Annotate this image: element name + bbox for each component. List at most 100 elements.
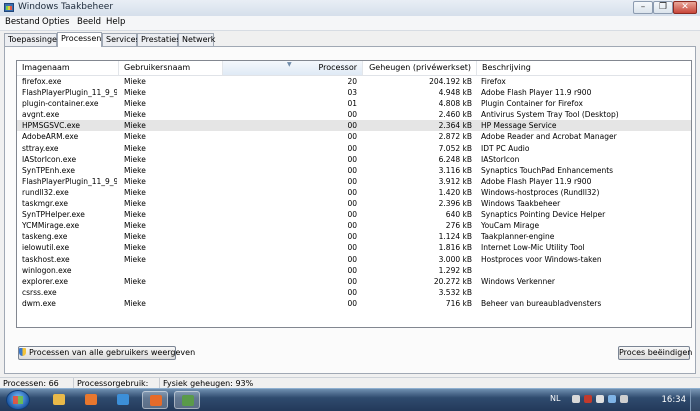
table-row[interactable]: csrss.exe 00 3.532 kB — [17, 287, 691, 298]
process-user-name: Mieke — [124, 165, 146, 175]
process-cpu: 00 — [347, 298, 357, 308]
process-cpu: 00 — [347, 199, 357, 209]
tab-services[interactable]: Services — [102, 33, 140, 46]
tray-arrow-icon[interactable] — [572, 395, 580, 403]
column-header-processor[interactable]: Processor — [223, 61, 363, 75]
process-description: Internet Low-Mic Utility Tool — [481, 243, 585, 253]
process-image-name: SynTPHelper.exe — [22, 210, 85, 220]
process-user-name: Mieke — [124, 143, 146, 153]
column-header-memory[interactable]: Geheugen (privéwerkset) — [363, 61, 477, 75]
process-cpu: 00 — [347, 110, 357, 120]
column-header-description[interactable]: Beschrijving — [477, 61, 691, 75]
menu-help[interactable]: Help — [106, 17, 125, 27]
process-memory: 3.912 kB — [438, 176, 472, 186]
table-row[interactable]: sttray.exe Mieke 00 7.052 kB IDT PC Audio — [17, 143, 691, 154]
media-player-icon — [85, 394, 97, 405]
table-row[interactable]: rundll32.exe Mieke 00 1.420 kB Windows-hostp… — [17, 187, 691, 198]
table-row[interactable]: ielowutil.exe Mieke 00 1.816 kB Internet Low… — [17, 242, 691, 253]
tab-toepassingen[interactable]: Toepassingen — [4, 33, 62, 46]
process-user-name: Mieke — [124, 232, 146, 242]
process-memory: 2.364 kB — [438, 121, 472, 131]
process-cpu: 00 — [347, 232, 357, 242]
process-description: Hostproces voor Windows-taken — [481, 254, 602, 264]
end-process-button[interactable]: Proces beëindigen — [618, 346, 692, 360]
taskbar-app-button[interactable] — [78, 391, 104, 409]
table-row[interactable]: HPMSGSVC.exe Mieke 00 2.364 kB HP Message Se… — [17, 120, 691, 132]
taskbar-app-button[interactable] — [46, 391, 72, 409]
table-row[interactable]: IAStorIcon.exe Mieke 00 6.248 kB IAStorIcon — [17, 154, 691, 165]
taskbar: NL 16:34 — [0, 388, 700, 411]
table-row[interactable]: SynTPHelper.exe Mieke 00 640 kB Synaptics Po… — [17, 209, 691, 220]
process-description: Adobe Reader and Acrobat Manager — [481, 132, 617, 142]
process-memory: 3.000 kB — [438, 254, 472, 264]
table-row[interactable]: winlogon.exe 00 1.292 kB — [17, 265, 691, 276]
internet-explorer-icon — [117, 394, 129, 405]
system-tray: NL 16:34 — [550, 389, 700, 411]
firefox-icon — [150, 395, 162, 406]
tab-processen[interactable]: Processen — [57, 32, 102, 47]
table-row[interactable]: dwm.exe Mieke 00 716 kB Beheer van bureaubla… — [17, 298, 691, 309]
column-header-image-name[interactable]: Imagenaam — [17, 61, 119, 75]
menu-bar: Bestand Opties Beeld Help — [0, 16, 700, 31]
process-image-name: winlogon.exe — [22, 265, 72, 275]
menu-bestand[interactable]: Bestand — [5, 17, 40, 27]
tray-network-icon[interactable] — [608, 395, 616, 403]
process-cpu: 00 — [347, 187, 357, 197]
process-cpu: 00 — [347, 165, 357, 175]
process-user-name: Mieke — [124, 298, 146, 308]
process-image-name: dwm.exe — [22, 298, 56, 308]
table-row[interactable]: SynTPEnh.exe Mieke 00 3.116 kB Synaptics Tou… — [17, 165, 691, 176]
taskbar-app-button[interactable] — [110, 391, 136, 409]
table-row[interactable]: explorer.exe Mieke 00 20.272 kB Windows Verk… — [17, 276, 691, 287]
process-memory: 3.532 kB — [438, 287, 472, 297]
process-list[interactable]: Imagenaam Gebruikersnaam Processor ▼ Geh… — [16, 60, 692, 328]
table-row[interactable]: FlashPlayerPlugin_11_9_9... Mieke 03 4.948 … — [17, 87, 691, 98]
process-description: Synaptics TouchPad Enhancements — [481, 165, 614, 175]
table-row[interactable]: taskmgr.exe Mieke 00 2.396 kB Windows Taakbe… — [17, 198, 691, 209]
minimize-button[interactable]: – — [633, 1, 653, 14]
process-user-name: Mieke — [124, 77, 146, 86]
table-row[interactable]: AdobeARM.exe Mieke 00 2.872 kB Adobe Reader … — [17, 131, 691, 142]
tray-antivirus-icon[interactable] — [584, 395, 592, 403]
process-description: Firefox — [481, 77, 506, 86]
taskbar-app-button[interactable] — [174, 391, 200, 409]
language-indicator[interactable]: NL — [550, 394, 560, 403]
process-description: IDT PC Audio — [481, 143, 530, 153]
tray-flag-icon[interactable] — [596, 395, 604, 403]
menu-opties[interactable]: Opties — [42, 17, 69, 27]
process-memory: 716 kB — [445, 298, 472, 308]
process-cpu: 00 — [347, 221, 357, 231]
restore-button[interactable]: ❐ — [653, 1, 673, 14]
column-header-user-name[interactable]: Gebruikersnaam — [119, 61, 223, 75]
table-row[interactable]: taskhost.exe Mieke 00 3.000 kB Hostproces vo… — [17, 254, 691, 265]
process-memory: 4.808 kB — [438, 99, 472, 109]
process-description: Antivirus System Tray Tool (Desktop) — [481, 110, 619, 120]
uac-shield-icon — [19, 348, 26, 356]
process-description: Beheer van bureaubladvensters — [481, 298, 602, 308]
show-desktop-button[interactable] — [690, 389, 700, 411]
start-button[interactable] — [6, 390, 30, 410]
tab-netwerk[interactable]: Netwerk — [178, 33, 215, 46]
menu-beeld[interactable]: Beeld — [77, 17, 101, 27]
title-bar[interactable]: Windows Taakbeheer – ❐ ✕ — [0, 0, 700, 17]
process-image-name: firefox.exe — [22, 77, 62, 86]
clock[interactable]: 16:34 — [662, 395, 687, 405]
table-row[interactable]: taskeng.exe Mieke 00 1.124 kB Taakplanner-en… — [17, 231, 691, 242]
table-row[interactable]: plugin-container.exe Mieke 01 4.808 kB Plugi… — [17, 98, 691, 109]
show-all-users-processes-button[interactable]: Processen van alle gebruikers weergeven — [18, 346, 195, 360]
status-physical-memory: Fysiek geheugen: 93% — [163, 379, 254, 388]
tray-volume-icon[interactable] — [620, 395, 628, 403]
table-row[interactable]: FlashPlayerPlugin_11_9_9... Mieke 00 3.912 … — [17, 176, 691, 187]
close-button[interactable]: ✕ — [673, 1, 697, 14]
table-row[interactable]: avgnt.exe Mieke 00 2.460 kB Antivirus System… — [17, 109, 691, 120]
status-process-count: Processen: 66 — [0, 378, 74, 388]
process-user-name: Mieke — [124, 132, 146, 142]
process-cpu: 00 — [347, 176, 357, 186]
process-description: Taakplanner-engine — [481, 232, 555, 242]
process-image-name: sttray.exe — [22, 143, 59, 153]
taskbar-app-button[interactable] — [142, 391, 168, 409]
tab-prestaties[interactable]: Prestaties — [137, 33, 180, 46]
table-row[interactable]: YCMMirage.exe Mieke 00 276 kB YouCam Mirage — [17, 220, 691, 231]
process-user-name: Mieke — [124, 154, 146, 164]
table-row[interactable]: firefox.exe Mieke 20 204.192 kB Firefox — [17, 76, 691, 87]
